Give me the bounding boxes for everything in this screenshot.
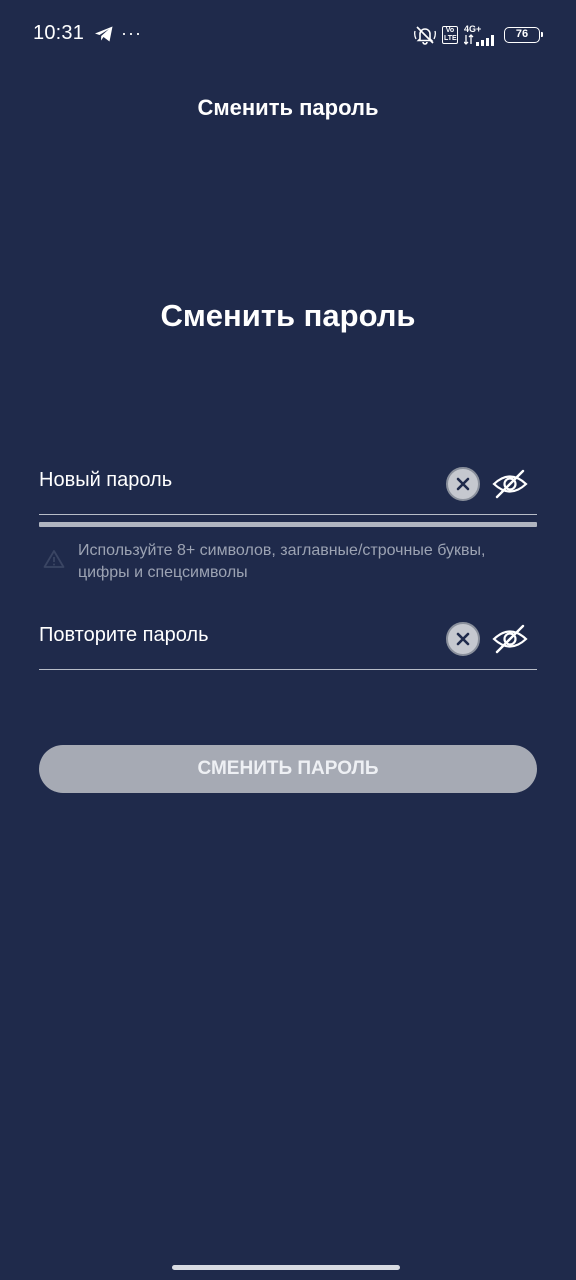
battery-level: 76	[515, 28, 529, 40]
volte-icon: Vo LTE	[442, 26, 458, 44]
status-bar: 10:31 ··· Vo LTE 4G+ 76	[0, 0, 576, 68]
telegram-icon	[95, 26, 113, 42]
password-strength-bar	[39, 522, 537, 527]
repeat-password-field[interactable]: Повторите пароль	[39, 610, 537, 670]
muted-bell-icon	[414, 26, 436, 45]
signal-icon	[464, 34, 494, 46]
warning-icon	[43, 550, 65, 568]
app-bar-title: Сменить пароль	[197, 95, 379, 120]
signal-group: 4G+	[464, 24, 498, 46]
status-icons: Vo LTE 4G+ 76	[414, 24, 543, 46]
home-indicator[interactable]	[172, 1265, 400, 1270]
password-hint: Используйте 8+ символов, заглавные/строч…	[39, 540, 537, 584]
repeat-password-placeholder: Повторите пароль	[39, 624, 209, 646]
more-dots-icon: ···	[121, 23, 142, 43]
eye-off-icon	[492, 469, 528, 499]
change-password-button[interactable]: СМЕНИТЬ ПАРОЛЬ	[39, 745, 537, 793]
repeat-password-underline	[39, 668, 537, 670]
page-heading: Сменить пароль	[160, 298, 416, 333]
toggle-repeat-password-visibility-button[interactable]	[491, 622, 529, 656]
eye-off-icon	[492, 624, 528, 654]
status-time: 10:31	[33, 22, 85, 44]
clear-new-password-button[interactable]	[446, 467, 480, 501]
battery-icon: 76	[504, 27, 543, 43]
hint-text: Используйте 8+ символов, заглавные/строч…	[78, 542, 486, 581]
new-password-field[interactable]: Новый пароль	[39, 455, 537, 515]
new-password-placeholder: Новый пароль	[39, 469, 173, 491]
network-type-label: 4G+	[464, 24, 482, 34]
close-icon	[456, 632, 470, 646]
new-password-underline	[39, 513, 537, 515]
clear-repeat-password-button[interactable]	[446, 622, 480, 656]
close-icon	[456, 477, 470, 491]
toggle-new-password-visibility-button[interactable]	[491, 467, 529, 501]
